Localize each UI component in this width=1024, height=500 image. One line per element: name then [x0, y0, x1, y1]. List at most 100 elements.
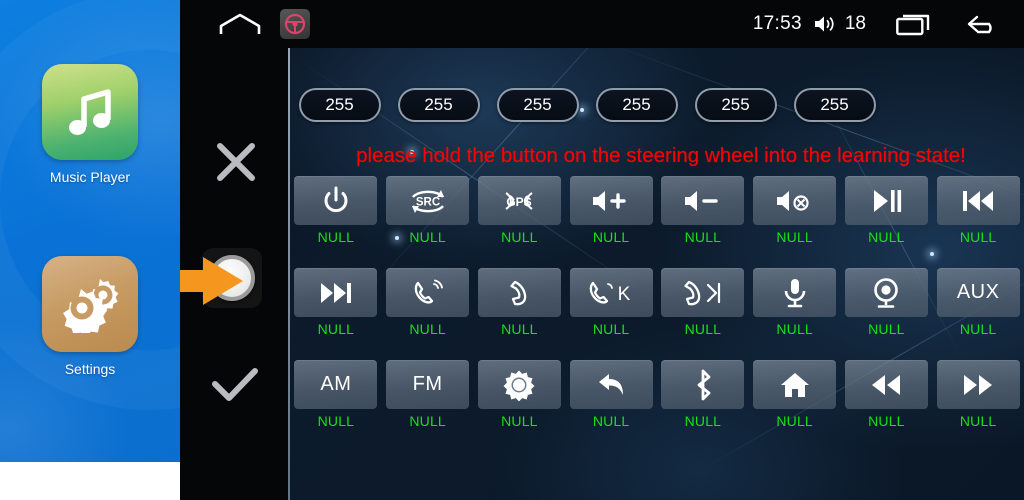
- play-pause-icon: [874, 189, 902, 212]
- volume-mute-icon: [776, 190, 809, 211]
- function-label: NULL: [501, 413, 538, 429]
- answer-call-button[interactable]: [386, 268, 470, 317]
- home-button[interactable]: [753, 360, 837, 409]
- panel-divider: [288, 48, 290, 500]
- grid-cell: NULL: [657, 176, 749, 245]
- hang-up-next-icon: [684, 280, 720, 305]
- volume-level: 18: [844, 13, 866, 34]
- grid-cell: NULL: [932, 176, 1024, 245]
- gps-button[interactable]: GPS: [477, 176, 561, 225]
- microphone-button[interactable]: [753, 268, 837, 317]
- grid-cell: NULL: [657, 268, 749, 337]
- fm-button[interactable]: FM: [386, 360, 470, 409]
- next-track-icon: [320, 282, 351, 303]
- music-note-icon: [42, 64, 138, 160]
- function-label: NULL: [684, 321, 722, 337]
- function-label: NULL: [409, 413, 446, 429]
- camera-button[interactable]: [844, 268, 928, 317]
- volume-down-button[interactable]: [661, 176, 745, 225]
- check-icon[interactable]: [210, 366, 260, 406]
- sidebar-item-label: Music Player: [49, 169, 131, 185]
- src-icon: SRC: [411, 189, 444, 213]
- function-label: NULL: [959, 413, 997, 429]
- function-label: NULL: [959, 321, 997, 337]
- back-arrow-icon[interactable]: [964, 12, 1000, 36]
- answer-call-icon: [414, 279, 443, 304]
- home-icon: [780, 372, 809, 397]
- recent-apps-icon[interactable]: [896, 12, 932, 36]
- am-button[interactable]: AM: [294, 360, 378, 409]
- grid-cell: NULL: [841, 268, 933, 337]
- function-label: NULL: [868, 413, 905, 429]
- camera-icon: [874, 277, 899, 308]
- power-button[interactable]: [294, 176, 378, 225]
- volume-up-button[interactable]: [569, 176, 653, 225]
- grid-cell: NULL: [474, 360, 566, 429]
- home-icon[interactable]: [218, 11, 262, 37]
- function-label: NULL: [317, 321, 355, 337]
- orange-arrow-icon: [180, 255, 245, 307]
- hang-up-button[interactable]: [477, 268, 561, 317]
- previous-track-button[interactable]: [936, 176, 1020, 225]
- rewind-button[interactable]: [844, 360, 928, 409]
- function-label: NULL: [592, 229, 630, 245]
- value-pill[interactable]: 255: [595, 88, 678, 122]
- grid-cell: NULL: [841, 176, 933, 245]
- volume-mute-button[interactable]: [753, 176, 837, 225]
- volume-up-icon: [593, 190, 626, 211]
- back-return-button[interactable]: [569, 360, 653, 409]
- clock: 17:53: [752, 13, 802, 34]
- sidebar-item-label: Settings: [64, 361, 116, 377]
- learning-control-column: [180, 48, 288, 500]
- learning-content: 255 255 255 255 255 255 please hold the …: [290, 48, 1024, 500]
- play-pause-button[interactable]: [844, 176, 928, 225]
- value-pill[interactable]: 255: [397, 88, 480, 122]
- svg-text:SRC: SRC: [415, 196, 439, 208]
- function-label: NULL: [592, 321, 630, 337]
- bluetooth-icon: [697, 369, 711, 400]
- bluetooth-button[interactable]: [661, 360, 745, 409]
- value-pill[interactable]: 255: [496, 88, 579, 122]
- call-k-icon: K: [589, 281, 631, 305]
- fast-forward-button[interactable]: [936, 360, 1020, 409]
- function-label: NULL: [776, 229, 813, 245]
- grid-cell: AM NULL: [290, 360, 382, 429]
- aux-button[interactable]: AUX: [936, 268, 1020, 317]
- microphone-icon: [784, 278, 805, 307]
- value-pill[interactable]: 255: [793, 88, 876, 122]
- grid-row: NULL SRC NULL GPS NULL NULL NULL NULL NU…: [290, 176, 1024, 245]
- grid-cell: NULL: [565, 360, 657, 429]
- aux-text: AUX: [956, 281, 1000, 303]
- hang-up-next-button[interactable]: [661, 268, 745, 317]
- status-bar-right: 17:53 18: [753, 12, 1024, 36]
- fm-text: FM: [412, 373, 443, 395]
- grid-cell: NULL: [290, 268, 382, 337]
- svg-text:GPS: GPS: [507, 195, 532, 209]
- back-return-icon: [599, 373, 624, 395]
- steering-wheel-icon[interactable]: [280, 9, 310, 39]
- call-k-button[interactable]: K: [569, 268, 653, 317]
- src-button[interactable]: SRC: [386, 176, 470, 225]
- next-track-button[interactable]: [294, 268, 378, 317]
- grid-row: NULL NULL NULL K NULL NULL NULL NULL AUX…: [290, 268, 1024, 337]
- function-label: NULL: [592, 413, 630, 429]
- grid-cell: NULL: [749, 176, 841, 245]
- fast-forward-icon: [964, 374, 993, 395]
- brightness-button[interactable]: [477, 360, 561, 409]
- sidebar-item-music-player[interactable]: Music Player: [0, 64, 180, 185]
- grid-cell: FM NULL: [382, 360, 474, 429]
- function-label: NULL: [317, 229, 355, 245]
- grid-cell: AUX NULL: [932, 268, 1024, 337]
- function-label: NULL: [776, 321, 813, 337]
- function-label: NULL: [409, 321, 446, 337]
- sidebar-item-settings[interactable]: Settings: [0, 256, 180, 377]
- value-pill[interactable]: 255: [694, 88, 777, 122]
- grid-cell: NULL: [749, 360, 841, 429]
- close-x-icon[interactable]: [214, 140, 258, 184]
- grid-cell: NULL: [565, 176, 657, 245]
- am-text: AM: [320, 373, 352, 395]
- value-pill[interactable]: 255: [298, 88, 381, 122]
- volume-icon[interactable]: [813, 14, 837, 34]
- function-label: NULL: [684, 413, 722, 429]
- grid-cell: GPS NULL: [474, 176, 566, 245]
